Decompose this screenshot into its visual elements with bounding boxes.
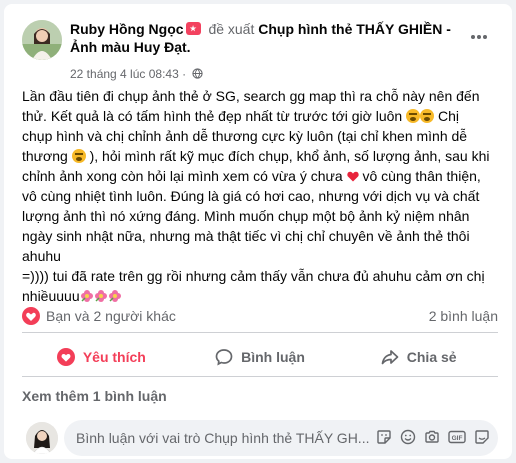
love-button[interactable]: Yêu thích [22, 338, 181, 376]
heart-emoji-icon [346, 171, 359, 182]
share-button[interactable]: Chia sẻ [339, 338, 498, 376]
sticker-smile-icon[interactable] [474, 429, 490, 445]
recommend-icon [185, 22, 201, 35]
heart-icon [56, 348, 75, 366]
comment-input[interactable]: Bình luận với vai trò Chụp hình thẻ THẤY… [64, 420, 498, 456]
text-line: thử. Kết quả là có tấm hình thẻ đẹp nhất… [22, 108, 459, 124]
post-meta: 22 tháng 4 lúc 08:43 · [70, 66, 204, 82]
reaction-stats: Bạn và 2 người khác 2 bình luận [22, 306, 498, 326]
post-timestamp[interactable]: 22 tháng 4 lúc 08:43 [70, 67, 179, 81]
post-headline: Ruby Hồng Ngọc đề xuất Chụp hình thẻ THẤ… [70, 20, 470, 56]
view-more-comments-link[interactable]: Xem thêm 1 bình luận [22, 388, 167, 404]
gif-icon[interactable]: GIF [448, 429, 466, 445]
post-card: Ruby Hồng Ngọc đề xuất Chụp hình thẻ THẤ… [4, 4, 512, 459]
love-label: Yêu thích [82, 349, 146, 365]
text-line: ahuhu [22, 248, 61, 264]
share-icon [381, 350, 399, 365]
text-line: ngày sinh nhật nữa, nhưng mà thật tiếc v… [22, 228, 470, 244]
text-line: thương ), hỏi mình rất kỹ mục đích chụp,… [22, 148, 490, 164]
text-line: =)))) tui đã rate trên gg rồi nhưng cảm … [22, 268, 485, 284]
comment-placeholder: Bình luận với vai trò Chụp hình thẻ THẤY… [76, 430, 370, 446]
comment-label: Bình luận [241, 349, 305, 365]
share-label: Chia sẻ [406, 349, 457, 365]
text-line: chụp hình và chị chỉnh ảnh dễ thương cực… [22, 128, 468, 144]
laughing-emoji-icon [71, 149, 86, 163]
author-name[interactable]: Ruby Hồng Ngọc [70, 21, 184, 37]
astonished-emoji-icon [420, 109, 435, 123]
text-line: chỉnh ảnh xong còn hỏi lại mình xem có v… [22, 168, 481, 184]
comment-composer: Bình luận với vai trò Chụp hình thẻ THẤY… [22, 418, 498, 458]
text-line: lượng ảnh thì nó xứng đáng. Mình muốn ch… [22, 208, 470, 224]
composer-icons: GIF [376, 429, 490, 445]
action-bar: Yêu thích Bình luận Chia sẻ [22, 338, 498, 376]
astonished-emoji-icon [406, 109, 421, 123]
post-body: Lần đầu tiên đi chụp ảnh thẻ ở SG, searc… [22, 86, 498, 306]
text-line: nhiềuuuu [22, 286, 498, 306]
camera-icon[interactable] [424, 429, 440, 445]
flower-emoji-icon [108, 290, 121, 302]
separator-dot: · [178, 67, 190, 81]
svg-text:GIF: GIF [452, 435, 463, 442]
text-line: vô cùng nhiệt tình luôn. Đúng là giá có … [22, 188, 480, 204]
comment-button[interactable]: Bình luận [181, 338, 340, 376]
sticker-icon[interactable] [376, 429, 392, 445]
text-line: Lần đầu tiên đi chụp ảnh thẻ ở SG, searc… [22, 88, 480, 104]
comments-count-link[interactable]: 2 bình luận [429, 308, 498, 324]
divider [22, 332, 498, 333]
emoji-icon[interactable] [400, 429, 416, 445]
post-header: Ruby Hồng Ngọc đề xuất Chụp hình thẻ THẤ… [22, 16, 496, 86]
recommend-verb: đề xuất [208, 21, 255, 37]
love-reaction-icon [22, 307, 40, 325]
reactors-link[interactable]: Bạn và 2 người khác [46, 308, 176, 324]
flower-emoji-icon [80, 290, 93, 302]
commenter-avatar[interactable] [26, 422, 58, 454]
divider [22, 376, 498, 377]
flower-emoji-icon [94, 290, 107, 302]
more-options-icon[interactable] [470, 26, 494, 42]
comment-icon [215, 349, 233, 366]
author-avatar[interactable] [22, 20, 62, 60]
globe-icon [192, 68, 204, 79]
